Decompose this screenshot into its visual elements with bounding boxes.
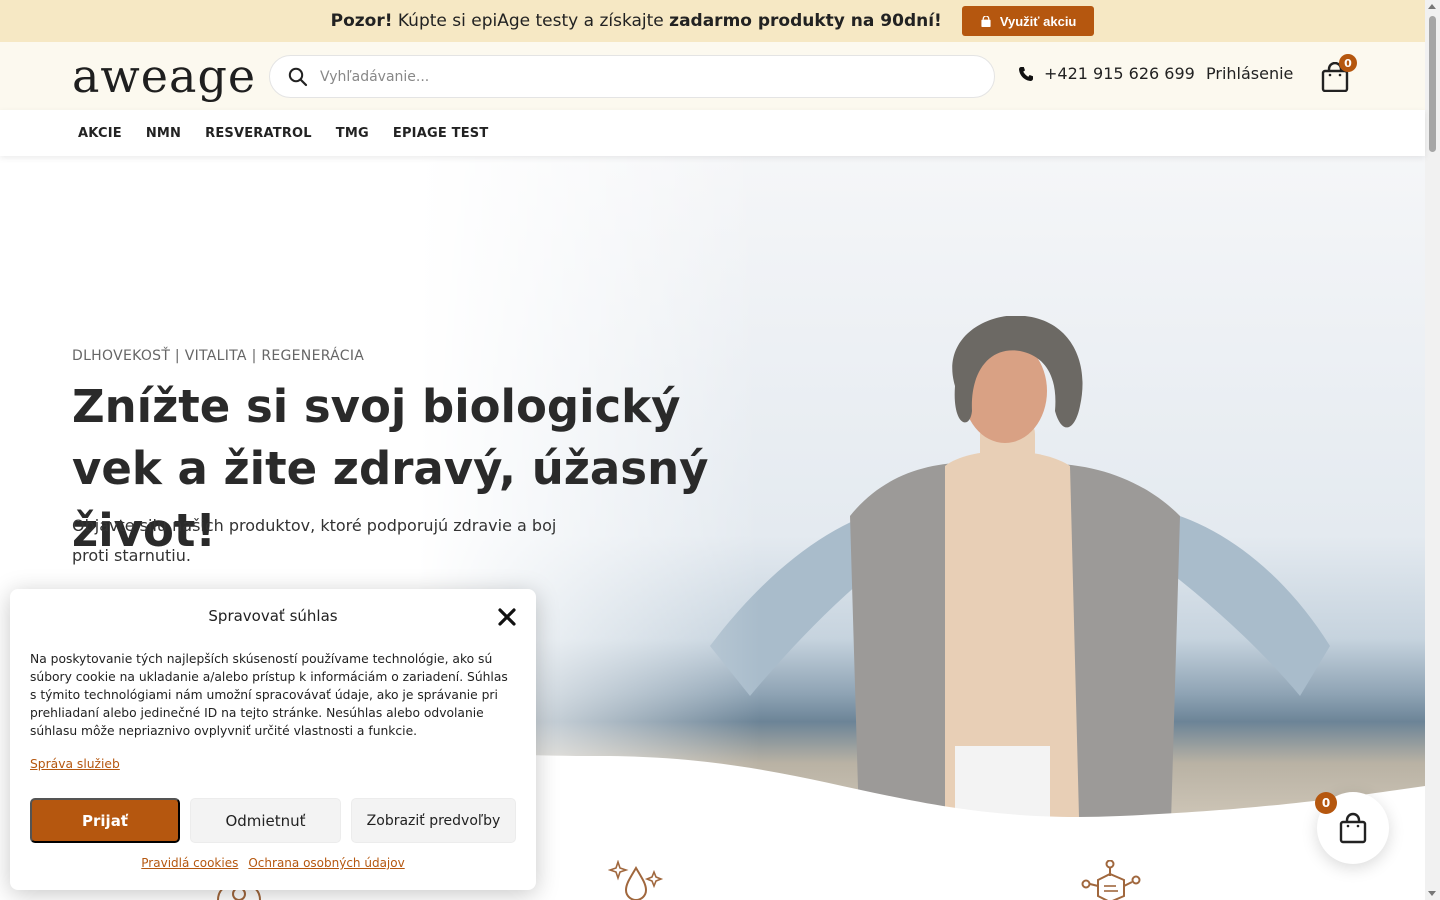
cookie-modal-links: Pravidlá cookies Ochrana osobných údajov [10,856,536,870]
cookie-modal-title: Spravovať súhlas [208,607,338,625]
header-cart-button[interactable]: 0 [1321,54,1361,96]
shopping-bag-icon [981,15,991,27]
scroll-down-arrow[interactable] [1428,891,1436,896]
floating-cart-count-badge: 0 [1315,792,1337,814]
scroll-up-arrow[interactable] [1428,4,1436,9]
page-scrollbar[interactable] [1425,0,1440,900]
accept-button[interactable]: Prijať [30,798,180,843]
announcement-bar: Pozor! Kúpte si epiAge testy a získajte … [0,0,1425,42]
cookie-policy-link[interactable]: Pravidlá cookies [141,856,238,870]
preferences-button[interactable]: Zobraziť predvoľby [351,798,516,843]
promo-button[interactable]: Využiť akciu [961,6,1095,36]
announcement-text: Pozor! Kúpte si epiAge testy a získajte … [331,11,942,31]
announcement-body: Kúpte si epiAge testy a získajte [392,11,670,31]
nav-item-akcie[interactable]: AKCIE [78,126,122,141]
nav-item-epiage-test[interactable]: EPIAGE TEST [393,126,489,141]
shopping-bag-icon [1339,812,1367,844]
nav-item-nmn[interactable]: NMN [146,126,181,141]
search-bar[interactable] [269,55,995,98]
nav-item-resveratrol[interactable]: RESVERATROL [205,126,312,141]
login-link[interactable]: Prihlásenie [1206,64,1293,83]
promo-button-label: Využiť akciu [999,13,1077,29]
main-nav: AKCIE NMN RESVERATROL TMG EPIAGE TEST [0,110,1425,156]
hero-subtext: Objavte silu našich produktov, ktoré pod… [72,516,557,565]
search-icon[interactable] [288,67,308,87]
search-input[interactable] [320,68,960,85]
site-header: aweage +421 915 626 699 Prihlásenie 0 [0,42,1425,110]
deny-button[interactable]: Odmietnuť [190,798,341,843]
hero-eyebrow: DLHOVEKOSŤ | VITALITA | REGENERÁCIA [72,348,365,364]
sparkle-drop-icon [608,860,664,900]
nav-item-tmg[interactable]: TMG [336,126,369,141]
privacy-policy-link[interactable]: Ochrana osobných údajov [248,856,404,870]
phone-icon [1019,66,1033,81]
floating-cart-button[interactable]: 0 [1315,792,1389,864]
cart-count-badge: 0 [1339,54,1357,72]
scrollbar-thumb[interactable] [1429,16,1436,152]
cookie-modal-body: Na poskytovanie tých najlepších skúsenos… [30,652,508,738]
manage-services-link[interactable]: Správa služieb [30,757,120,771]
molecule-icon [1081,860,1141,900]
phone-number: +421 915 626 699 [1044,64,1195,83]
announcement-lead: Pozor! [330,11,393,31]
cookie-consent-modal: Spravovať súhlas Na poskytovanie tých na… [10,589,536,890]
logo[interactable]: aweage [72,48,256,104]
announcement-highlight: zadarmo produkty na 90dní! [669,11,942,31]
phone-contact[interactable]: +421 915 626 699 [1018,64,1195,83]
close-icon[interactable] [496,606,518,628]
